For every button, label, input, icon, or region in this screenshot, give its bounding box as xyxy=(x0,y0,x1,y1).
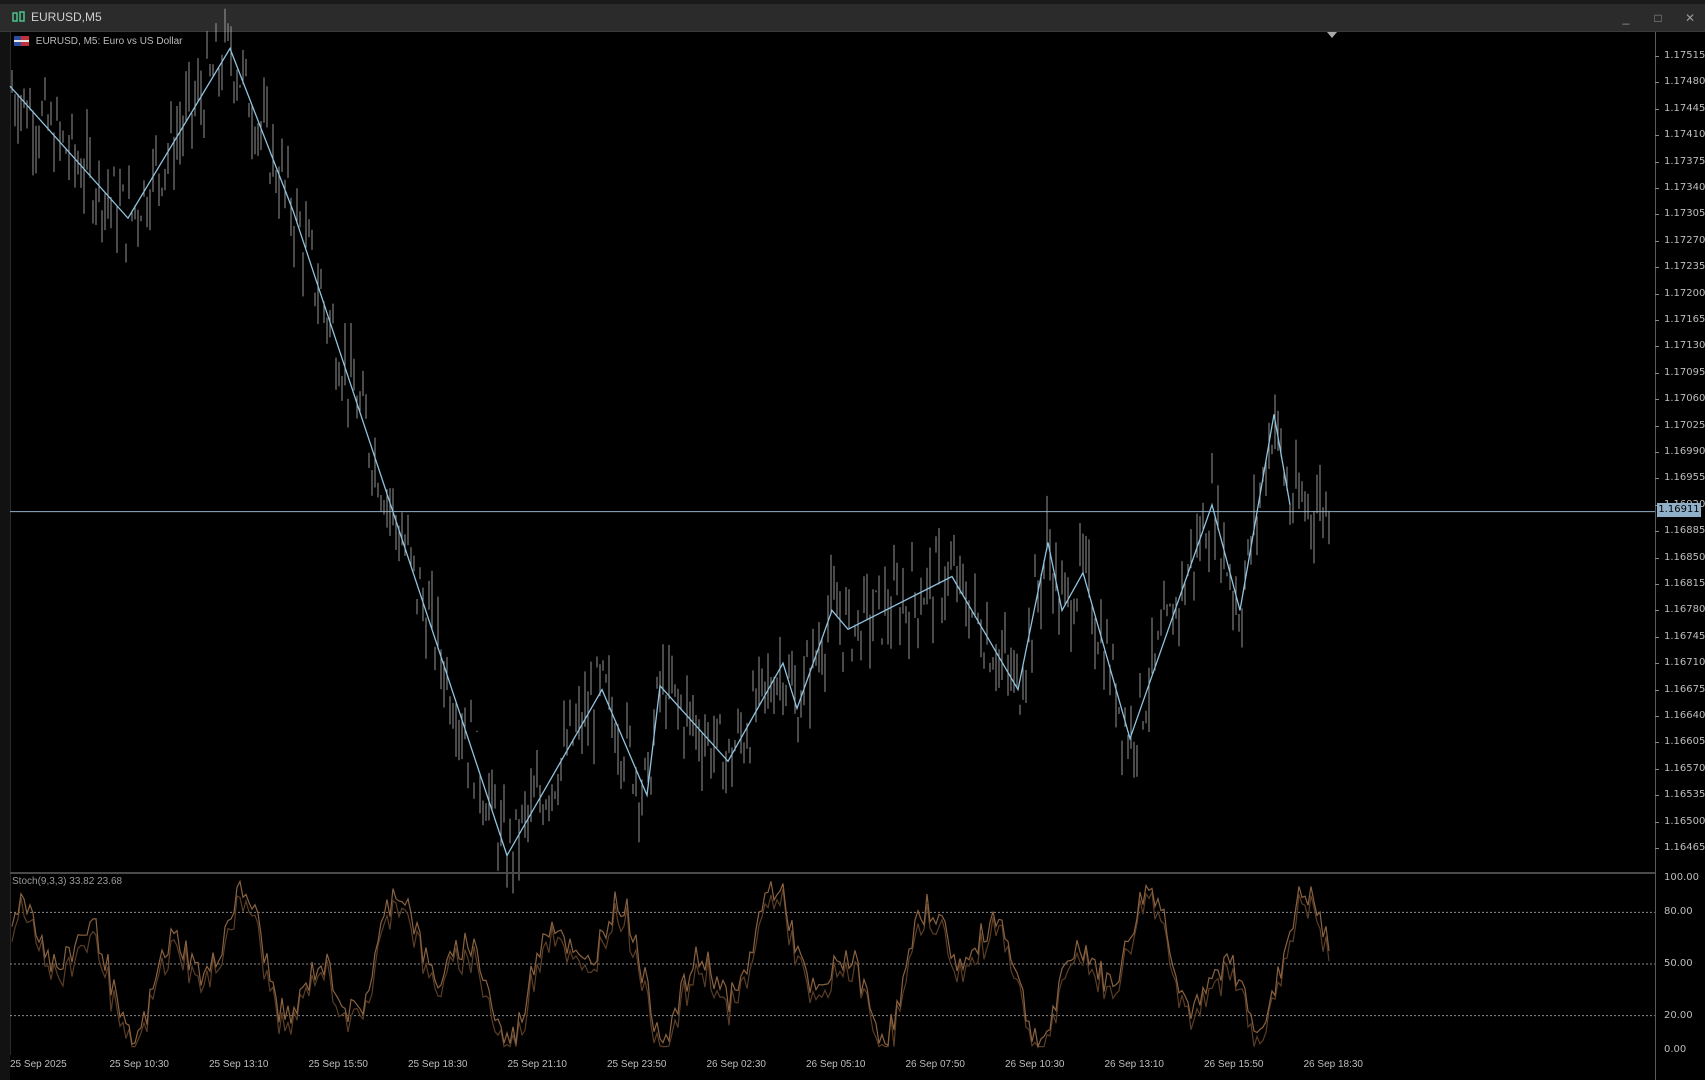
price-axis-label: 1.16780 xyxy=(1664,604,1705,616)
price-axis-label: 1.17060 xyxy=(1664,393,1705,405)
subwindow-separator[interactable] xyxy=(10,872,1655,874)
price-axis-label: 1.17130 xyxy=(1664,340,1705,352)
stoch-axis-label: 0.00 xyxy=(1664,1044,1687,1055)
price-axis-label: 1.17095 xyxy=(1664,366,1705,378)
price-axis-tick xyxy=(1655,135,1659,137)
stoch-axis-label: 80.00 xyxy=(1664,906,1693,918)
time-axis-label: 26 Sep 07:50 xyxy=(905,1059,966,1070)
price-chart[interactable] xyxy=(0,0,1705,1080)
price-axis-label: 1.17235 xyxy=(1664,261,1705,273)
price-axis-label: 1.16885 xyxy=(1664,525,1705,537)
price-axis-label: 1.17270 xyxy=(1664,234,1705,246)
price-axis-tick xyxy=(1655,584,1659,585)
time-axis-label: 25 Sep 2025 xyxy=(10,1059,67,1070)
price-axis-label: 1.17200 xyxy=(1664,287,1705,299)
stoch-label: Stoch(9,3,3) 33.82 23.68 xyxy=(12,876,123,887)
chart-symbol-label: EURUSD, M5: Euro vs US Dollar xyxy=(35,36,183,47)
price-axis-tick xyxy=(1655,56,1659,57)
time-axis-label: 26 Sep 05:10 xyxy=(806,1059,866,1070)
price-axis-label: 1.16605 xyxy=(1664,736,1705,748)
time-axis-label: 25 Sep 23:50 xyxy=(607,1059,667,1070)
stoch-axis-label: 100.00 xyxy=(1664,872,1699,883)
price-axis-tick xyxy=(1655,795,1659,797)
price-axis-label: 1.16990 xyxy=(1664,446,1705,457)
price-axis-tick xyxy=(1655,108,1659,110)
price-axis-tick xyxy=(1655,240,1659,242)
time-axis-label: 25 Sep 15:50 xyxy=(308,1059,369,1070)
price-axis-label: 1.16465 xyxy=(1664,842,1705,853)
price-axis-label: 1.17410 xyxy=(1664,129,1705,141)
price-axis-label: 1.16675 xyxy=(1664,683,1705,695)
time-axis-label: 26 Sep 02:30 xyxy=(706,1059,767,1070)
time-axis-label: 26 Sep 18:30 xyxy=(1303,1059,1364,1070)
price-axis-tick xyxy=(1655,636,1659,638)
stoch-axis-label: 20.00 xyxy=(1664,1009,1693,1021)
price-axis-label: 1.17445 xyxy=(1664,102,1705,114)
price-axis-tick xyxy=(1655,848,1659,849)
price-axis-label: 1.17375 xyxy=(1664,155,1705,167)
price-axis-tick xyxy=(1655,742,1659,744)
price-axis-tick xyxy=(1655,214,1659,216)
zigzag-line xyxy=(9,47,1291,858)
candles xyxy=(11,8,1330,894)
current-price-label: 1.16911 xyxy=(1657,503,1701,517)
price-axis-tick xyxy=(1655,821,1659,823)
time-axis-label: 26 Sep 10:30 xyxy=(1005,1059,1065,1070)
price-axis-label: 1.17480 xyxy=(1664,76,1705,88)
time-axis-label: 26 Sep 13:10 xyxy=(1104,1059,1165,1070)
price-axis-tick xyxy=(1655,663,1659,665)
price-axis-tick xyxy=(1655,320,1659,321)
price-axis-tick xyxy=(1655,531,1659,533)
price-axis-label: 1.16710 xyxy=(1664,657,1705,669)
price-axis-tick xyxy=(1655,399,1659,401)
price-axis-label: 1.17025 xyxy=(1664,419,1705,431)
price-axis-label: 1.16815 xyxy=(1664,578,1705,589)
price-axis-tick xyxy=(1655,346,1659,348)
time-axis-label: 26 Sep 15:50 xyxy=(1204,1059,1264,1070)
price-axis-label: 1.16500 xyxy=(1664,815,1705,827)
time-axis-label: 25 Sep 13:10 xyxy=(209,1059,269,1070)
price-axis-label: 1.16850 xyxy=(1664,551,1705,563)
price-axis-tick xyxy=(1655,610,1659,612)
time-axis-label: 25 Sep 21:10 xyxy=(507,1059,568,1070)
price-axis-label: 1.17305 xyxy=(1664,208,1705,220)
price-axis-label: 1.16640 xyxy=(1664,710,1705,721)
price-axis-tick xyxy=(1655,452,1659,453)
price-axis-label: 1.16745 xyxy=(1664,630,1705,642)
price-axis-tick xyxy=(1655,557,1659,559)
price-axis-tick xyxy=(1655,161,1659,163)
price-axis-label: 1.16570 xyxy=(1664,762,1705,774)
price-axis-label: 1.16535 xyxy=(1664,789,1705,801)
price-axis-label: 1.17165 xyxy=(1664,314,1705,325)
price-axis-tick xyxy=(1655,768,1659,770)
price-axis-tick xyxy=(1655,425,1659,427)
flag-icon xyxy=(14,36,29,47)
price-axis-tick xyxy=(1655,82,1659,84)
stoch-axis-label: 50.00 xyxy=(1664,958,1693,969)
price-axis-tick xyxy=(1655,372,1659,374)
time-axis-label: 25 Sep 10:30 xyxy=(109,1059,170,1070)
price-axis-tick xyxy=(1655,293,1659,295)
time-axis-label: 25 Sep 18:30 xyxy=(408,1059,468,1070)
price-axis-label: 1.17340 xyxy=(1664,182,1705,193)
price-axis-tick xyxy=(1655,716,1659,717)
price-axis-tick xyxy=(1655,188,1659,189)
chart-header: EURUSD, M5: Euro vs US Dollar xyxy=(14,36,182,47)
price-axis-tick xyxy=(1655,689,1659,691)
price-axis-label: 1.17515 xyxy=(1664,50,1705,61)
price-axis-tick xyxy=(1655,267,1659,269)
price-axis-label: 1.16955 xyxy=(1664,472,1705,484)
price-axis-tick xyxy=(1655,478,1659,480)
